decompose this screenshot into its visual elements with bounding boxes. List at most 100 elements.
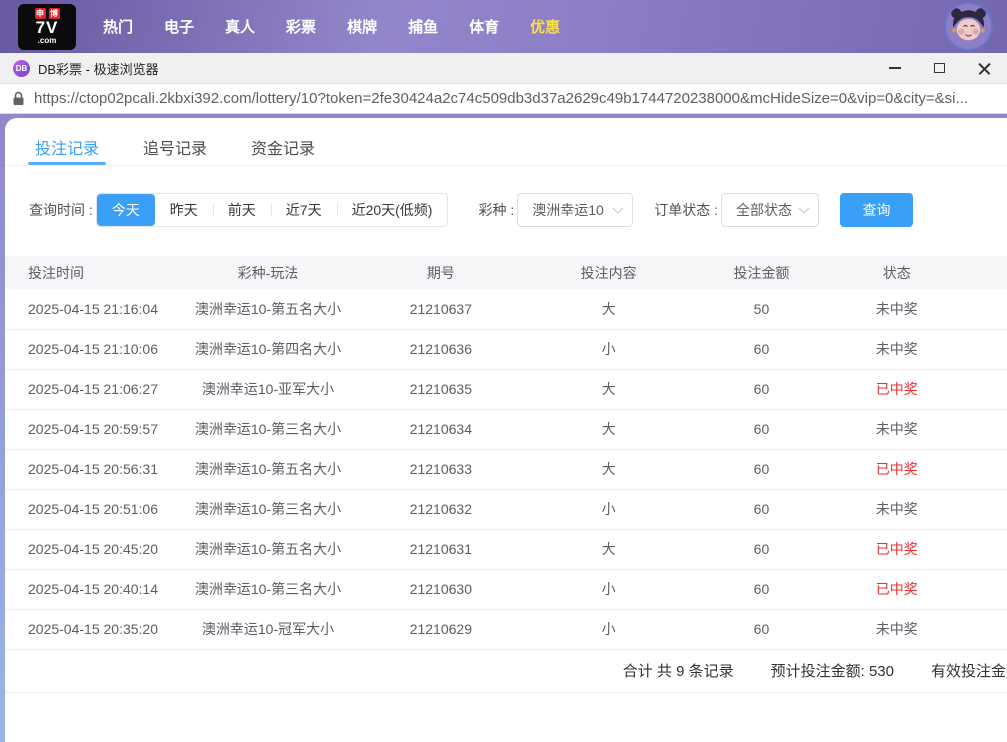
- lottery-select-value: 澳洲幸运10: [532, 200, 604, 220]
- cell-content: 小: [521, 569, 696, 609]
- maximize-button[interactable]: [917, 53, 962, 84]
- cell-content: 小: [521, 329, 696, 369]
- header-bet-amount: 投注金额: [696, 256, 826, 289]
- tab-bet-records[interactable]: 投注记录: [35, 135, 99, 165]
- screen: 申 博 7V .com 热门 电子 真人 彩票 棋牌 捕鱼 体育 优惠: [0, 0, 1007, 742]
- tab-bar: 投注记录 追号记录 资金记录: [5, 118, 1007, 166]
- cell-issue: 21210635: [361, 369, 521, 409]
- cell-content: 小: [521, 489, 696, 529]
- table-row: 2025-04-15 21:10:06 澳洲幸运10-第四名大小 2121063…: [5, 329, 1007, 369]
- cell-issue: 21210637: [361, 289, 521, 329]
- cell-time: 2025-04-15 20:40:14: [5, 569, 175, 609]
- time-range-group: 今天 昨天 前天 近7天 近20天(低频): [96, 193, 449, 227]
- summary-bar: 合计 共 9 条记录 预计投注金额: 530 有效投注金额: [5, 650, 1007, 693]
- cell-game: 澳洲幸运10-第五名大小: [175, 449, 360, 489]
- header-game-play: 彩种-玩法: [175, 256, 360, 289]
- nav-item-board-games[interactable]: 棋牌: [347, 16, 377, 37]
- cell-time: 2025-04-15 20:51:06: [5, 489, 175, 529]
- cell-amount: 60: [696, 609, 826, 649]
- cell-status: 未中奖: [827, 289, 967, 329]
- table-row: 2025-04-15 20:56:31 澳洲幸运10-第五名大小 2121063…: [5, 449, 1007, 489]
- cell-game: 澳洲幸运10-第三名大小: [175, 409, 360, 449]
- cell-issue: 21210630: [361, 569, 521, 609]
- lottery-filter-label: 彩种 :: [478, 200, 514, 220]
- minimize-icon: [889, 67, 901, 69]
- header-filler: [967, 256, 1007, 289]
- cell-content: 大: [521, 449, 696, 489]
- lock-icon: [12, 91, 25, 106]
- logo-domain: .com: [38, 36, 57, 45]
- cell-amount: 60: [696, 409, 826, 449]
- table-row: 2025-04-15 21:06:27 澳洲幸运10-亚军大小 21210635…: [5, 369, 1007, 409]
- favicon-icon: DB: [13, 60, 30, 77]
- cell-issue: 21210636: [361, 329, 521, 369]
- site-navbar: 申 博 7V .com 热门 电子 真人 彩票 棋牌 捕鱼 体育 优惠: [0, 0, 1007, 53]
- cell-amount: 50: [696, 289, 826, 329]
- chevron-down-icon: [798, 202, 809, 213]
- site-logo[interactable]: 申 博 7V .com: [18, 4, 76, 50]
- cell-amount: 60: [696, 369, 826, 409]
- nav-item-live[interactable]: 真人: [225, 16, 255, 37]
- order-status-select[interactable]: 全部状态: [721, 193, 819, 227]
- table-row: 2025-04-15 20:45:20 澳洲幸运10-第五名大小 2121063…: [5, 529, 1007, 569]
- cell-content: 大: [521, 529, 696, 569]
- browser-titlebar: DB DB彩票 - 极速浏览器: [0, 53, 1007, 84]
- cell-time: 2025-04-15 20:56:31: [5, 449, 175, 489]
- content-card: 投注记录 追号记录 资金记录 查询时间 : 今天 昨天 前天 近7天 近20天(…: [5, 118, 1007, 742]
- url-text: https://ctop02pcali.2kbxi392.com/lottery…: [34, 90, 968, 107]
- summary-expected-amount: 预计投注金额: 530: [771, 660, 894, 681]
- time-option-yesterday[interactable]: 昨天: [155, 194, 213, 226]
- logo-text: 7V: [36, 20, 59, 36]
- cell-time: 2025-04-15 20:35:20: [5, 609, 175, 649]
- cell-game: 澳洲幸运10-亚军大小: [175, 369, 360, 409]
- time-option-today[interactable]: 今天: [97, 194, 155, 226]
- cell-game: 澳洲幸运10-第三名大小: [175, 569, 360, 609]
- cell-status: 未中奖: [827, 329, 967, 369]
- header-bet-content: 投注内容: [521, 256, 696, 289]
- nav-item-slots[interactable]: 电子: [164, 16, 194, 37]
- nav-item-sports[interactable]: 体育: [469, 16, 499, 37]
- lottery-select[interactable]: 澳洲幸运10: [517, 193, 633, 227]
- summary-total: 合计 共 9 条记录: [623, 660, 734, 681]
- header-bet-time: 投注时间: [5, 256, 175, 289]
- time-option-20days[interactable]: 近20天(低频): [337, 194, 448, 226]
- nav-item-lottery[interactable]: 彩票: [286, 16, 316, 37]
- window-title: DB彩票 - 极速浏览器: [38, 59, 159, 78]
- table-row: 2025-04-15 21:16:04 澳洲幸运10-第五名大小 2121063…: [5, 289, 1007, 329]
- browser-urlbar[interactable]: https://ctop02pcali.2kbxi392.com/lottery…: [0, 84, 1007, 114]
- cell-game: 澳洲幸运10-第五名大小: [175, 289, 360, 329]
- maximize-icon: [934, 63, 945, 73]
- close-button[interactable]: [962, 53, 1007, 84]
- time-option-7days[interactable]: 近7天: [271, 194, 337, 226]
- page-background: 投注记录 追号记录 资金记录 查询时间 : 今天 昨天 前天 近7天 近20天(…: [0, 114, 1007, 742]
- cell-status: 已中奖: [827, 529, 967, 569]
- cell-issue: 21210629: [361, 609, 521, 649]
- nav-item-hot[interactable]: 热门: [103, 16, 133, 37]
- cell-amount: 60: [696, 329, 826, 369]
- cell-issue: 21210633: [361, 449, 521, 489]
- cell-time: 2025-04-15 21:10:06: [5, 329, 175, 369]
- cell-status: 未中奖: [827, 609, 967, 649]
- window-controls: [872, 53, 1007, 84]
- avatar-illustration: [946, 4, 991, 49]
- cell-status: 未中奖: [827, 409, 967, 449]
- cell-status: 已中奖: [827, 369, 967, 409]
- cell-status: 已中奖: [827, 449, 967, 489]
- cell-content: 小: [521, 609, 696, 649]
- cell-issue: 21210631: [361, 529, 521, 569]
- tab-chase-records[interactable]: 追号记录: [143, 135, 207, 165]
- cell-game: 澳洲幸运10-第五名大小: [175, 529, 360, 569]
- time-filter-label: 查询时间 :: [29, 200, 93, 220]
- cell-status: 已中奖: [827, 569, 967, 609]
- avatar[interactable]: [946, 4, 991, 49]
- cell-amount: 60: [696, 529, 826, 569]
- minimize-button[interactable]: [872, 53, 917, 84]
- time-option-day-before[interactable]: 前天: [213, 194, 271, 226]
- cell-content: 大: [521, 409, 696, 449]
- cell-time: 2025-04-15 21:16:04: [5, 289, 175, 329]
- cell-time: 2025-04-15 20:59:57: [5, 409, 175, 449]
- search-button[interactable]: 查询: [840, 193, 913, 227]
- tab-fund-records[interactable]: 资金记录: [251, 135, 315, 165]
- nav-item-promos[interactable]: 优惠: [530, 16, 560, 37]
- nav-item-fishing[interactable]: 捕鱼: [408, 16, 438, 37]
